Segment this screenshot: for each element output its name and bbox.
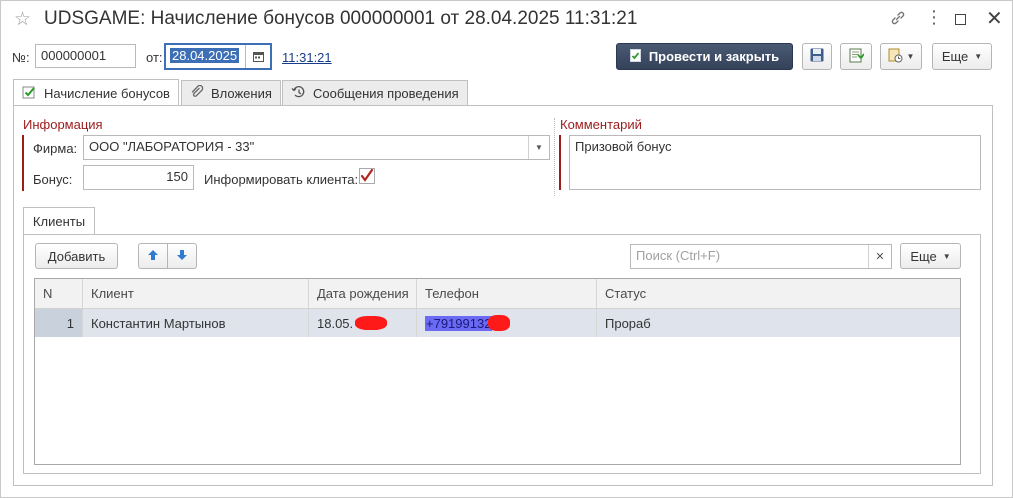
tab-bonus-accrual[interactable]: Начисление бонусов <box>13 79 179 106</box>
link-icon[interactable] <box>890 10 906 30</box>
clients-more-label: Еще <box>910 248 937 264</box>
phone-value: +79199132 <box>425 315 493 331</box>
clear-search-icon[interactable]: ✕ <box>868 245 891 268</box>
redaction-mark <box>488 315 511 331</box>
time-link[interactable]: 11:31:21 <box>282 50 332 65</box>
search-input[interactable]: Поиск (Ctrl+F) ✕ <box>630 244 892 269</box>
post-and-close-button[interactable]: Провести и закрыть <box>616 43 793 70</box>
post-button[interactable] <box>840 43 872 70</box>
add-client-button[interactable]: Добавить <box>35 243 118 269</box>
paperclip-icon <box>190 84 204 102</box>
firm-label: Фирма: <box>33 141 78 156</box>
firm-field[interactable]: ООО "ЛАБОРАТОРИЯ - 33" ▼ <box>83 135 550 160</box>
date-label: от: <box>146 50 163 65</box>
maximize-icon[interactable] <box>955 14 966 25</box>
date-value: 28.04.2025 <box>170 48 240 63</box>
search-placeholder: Поиск (Ctrl+F) <box>636 248 721 263</box>
column-header-n[interactable]: N <box>35 279 83 308</box>
window-title: UDSGAME: Начисление бонусов 000000001 от… <box>44 8 638 29</box>
dropdown-arrow-icon[interactable]: ▼ <box>528 136 549 159</box>
table-row[interactable]: 1 Константин Мартынов 18.05. +79199132 П… <box>35 309 960 337</box>
favorite-star-icon[interactable]: ☆ <box>14 8 31 31</box>
tab-label: Сообщения проведения <box>313 85 459 101</box>
number-field[interactable]: 000000001 <box>35 44 136 68</box>
column-header-phone[interactable]: Телефон <box>417 279 597 308</box>
more-button[interactable]: Еще ▼ <box>932 43 992 70</box>
close-icon[interactable]: ✕ <box>986 6 1003 31</box>
table-header: N Клиент Дата рождения Телефон Статус <box>35 279 960 309</box>
save-icon <box>810 48 824 65</box>
clients-more-button[interactable]: Еще ▼ <box>900 243 961 269</box>
document-check-icon <box>22 85 37 102</box>
save-button[interactable] <box>802 43 832 70</box>
comment-section-marker <box>559 135 561 190</box>
cell-birth-date: 18.05. <box>309 309 417 337</box>
arrow-down-icon <box>176 249 188 264</box>
post-and-close-label: Провести и закрыть <box>648 49 780 64</box>
firm-value: ООО "ЛАБОРАТОРИЯ - 33" <box>89 139 255 154</box>
bonus-label: Бонус: <box>33 172 73 187</box>
clients-table[interactable]: N Клиент Дата рождения Телефон Статус 1 … <box>34 278 961 465</box>
info-section-title: Информация <box>23 117 103 132</box>
chevron-down-icon: ▼ <box>942 251 951 261</box>
column-header-status[interactable]: Статус <box>597 279 960 308</box>
arrow-up-icon <box>147 249 159 264</box>
comment-field[interactable]: Призовой бонус <box>569 135 981 190</box>
comment-section-title: Комментарий <box>560 117 642 132</box>
date-field[interactable]: 28.04.2025 <box>164 43 272 70</box>
create-based-on-button[interactable]: ▼ <box>880 43 922 70</box>
move-down-button[interactable] <box>167 243 197 269</box>
cell-phone: +79199132 <box>417 309 597 337</box>
redaction-mark <box>355 316 388 330</box>
column-header-client[interactable]: Клиент <box>83 279 309 308</box>
post-document-icon <box>629 48 642 65</box>
tab-posting-messages[interactable]: Сообщения проведения <box>282 80 468 105</box>
info-section-marker <box>22 135 24 191</box>
inform-client-label: Информировать клиента: <box>204 172 359 187</box>
cell-client: Константин Мартынов <box>83 309 309 337</box>
more-label: Еще <box>941 49 969 64</box>
inform-client-checkbox[interactable] <box>359 168 375 184</box>
birth-date-value: 18.05. <box>317 315 354 331</box>
tab-attachments[interactable]: Вложения <box>181 80 281 105</box>
cell-n: 1 <box>35 309 83 337</box>
section-divider <box>554 118 555 196</box>
tab-clients[interactable]: Клиенты <box>23 207 95 235</box>
tab-label: Начисление бонусов <box>44 85 170 101</box>
more-options-icon[interactable]: ⋮ <box>925 7 943 28</box>
post-icon <box>849 48 865 66</box>
number-label: №: <box>12 50 30 65</box>
chevron-down-icon: ▼ <box>974 52 983 61</box>
bonus-field[interactable]: 150 <box>83 165 194 190</box>
document-create-icon <box>888 48 903 66</box>
message-history-icon <box>291 85 306 102</box>
move-up-button[interactable] <box>138 243 168 269</box>
calendar-icon[interactable] <box>245 45 270 68</box>
cell-status: Прораб <box>605 315 651 331</box>
column-header-birth-date[interactable]: Дата рождения <box>309 279 417 308</box>
tab-label: Вложения <box>211 85 272 101</box>
chevron-down-icon: ▼ <box>906 52 915 61</box>
